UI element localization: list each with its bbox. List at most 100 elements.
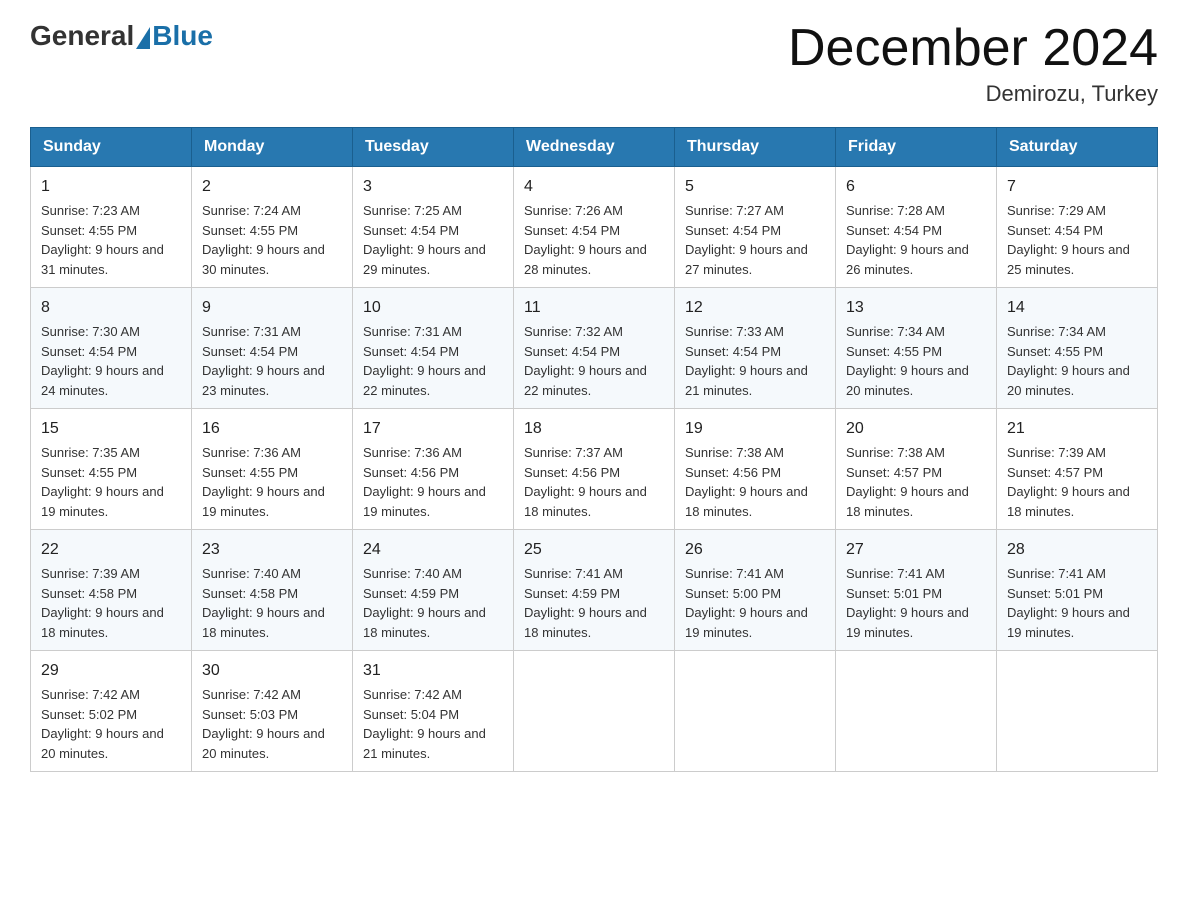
sunrise-text: Sunrise: 7:27 AM	[685, 201, 825, 221]
sunset-text: Sunset: 4:55 PM	[41, 221, 181, 241]
day-number: 28	[1007, 538, 1147, 562]
table-row: 14Sunrise: 7:34 AMSunset: 4:55 PMDayligh…	[997, 288, 1158, 409]
calendar-week-row: 8Sunrise: 7:30 AMSunset: 4:54 PMDaylight…	[31, 288, 1158, 409]
table-row: 31Sunrise: 7:42 AMSunset: 5:04 PMDayligh…	[353, 651, 514, 772]
day-number: 12	[685, 296, 825, 320]
sunset-text: Sunset: 4:54 PM	[524, 342, 664, 362]
table-row: 18Sunrise: 7:37 AMSunset: 4:56 PMDayligh…	[514, 409, 675, 530]
day-number: 19	[685, 417, 825, 441]
title-section: December 2024 Demirozu, Turkey	[788, 20, 1158, 107]
day-number: 11	[524, 296, 664, 320]
col-sunday: Sunday	[31, 128, 192, 167]
sunrise-text: Sunrise: 7:32 AM	[524, 322, 664, 342]
logo-blue-text: Blue	[152, 20, 213, 52]
sunset-text: Sunset: 4:55 PM	[1007, 342, 1147, 362]
day-number: 7	[1007, 175, 1147, 199]
table-row: 25Sunrise: 7:41 AMSunset: 4:59 PMDayligh…	[514, 530, 675, 651]
sunset-text: Sunset: 4:58 PM	[41, 584, 181, 604]
table-row: 26Sunrise: 7:41 AMSunset: 5:00 PMDayligh…	[675, 530, 836, 651]
sunrise-text: Sunrise: 7:40 AM	[202, 564, 342, 584]
day-number: 26	[685, 538, 825, 562]
day-number: 5	[685, 175, 825, 199]
sunrise-text: Sunrise: 7:23 AM	[41, 201, 181, 221]
daylight-text: Daylight: 9 hours and 21 minutes.	[363, 724, 503, 763]
day-number: 10	[363, 296, 503, 320]
sunset-text: Sunset: 4:56 PM	[685, 463, 825, 483]
sunset-text: Sunset: 4:54 PM	[363, 221, 503, 241]
sunrise-text: Sunrise: 7:35 AM	[41, 443, 181, 463]
day-number: 2	[202, 175, 342, 199]
table-row: 3Sunrise: 7:25 AMSunset: 4:54 PMDaylight…	[353, 167, 514, 288]
daylight-text: Daylight: 9 hours and 30 minutes.	[202, 240, 342, 279]
sunset-text: Sunset: 4:55 PM	[202, 463, 342, 483]
daylight-text: Daylight: 9 hours and 31 minutes.	[41, 240, 181, 279]
daylight-text: Daylight: 9 hours and 22 minutes.	[363, 361, 503, 400]
daylight-text: Daylight: 9 hours and 18 minutes.	[524, 603, 664, 642]
table-row	[675, 651, 836, 772]
daylight-text: Daylight: 9 hours and 18 minutes.	[41, 603, 181, 642]
daylight-text: Daylight: 9 hours and 28 minutes.	[524, 240, 664, 279]
sunrise-text: Sunrise: 7:41 AM	[524, 564, 664, 584]
sunrise-text: Sunrise: 7:29 AM	[1007, 201, 1147, 221]
day-number: 20	[846, 417, 986, 441]
table-row	[514, 651, 675, 772]
daylight-text: Daylight: 9 hours and 21 minutes.	[685, 361, 825, 400]
table-row: 28Sunrise: 7:41 AMSunset: 5:01 PMDayligh…	[997, 530, 1158, 651]
daylight-text: Daylight: 9 hours and 20 minutes.	[846, 361, 986, 400]
daylight-text: Daylight: 9 hours and 18 minutes.	[363, 603, 503, 642]
month-year-title: December 2024	[788, 20, 1158, 77]
sunset-text: Sunset: 4:54 PM	[202, 342, 342, 362]
calendar-week-row: 15Sunrise: 7:35 AMSunset: 4:55 PMDayligh…	[31, 409, 1158, 530]
daylight-text: Daylight: 9 hours and 18 minutes.	[685, 482, 825, 521]
day-number: 4	[524, 175, 664, 199]
daylight-text: Daylight: 9 hours and 29 minutes.	[363, 240, 503, 279]
table-row: 15Sunrise: 7:35 AMSunset: 4:55 PMDayligh…	[31, 409, 192, 530]
sunrise-text: Sunrise: 7:41 AM	[1007, 564, 1147, 584]
table-row: 10Sunrise: 7:31 AMSunset: 4:54 PMDayligh…	[353, 288, 514, 409]
day-number: 1	[41, 175, 181, 199]
daylight-text: Daylight: 9 hours and 19 minutes.	[363, 482, 503, 521]
table-row: 16Sunrise: 7:36 AMSunset: 4:55 PMDayligh…	[192, 409, 353, 530]
day-number: 23	[202, 538, 342, 562]
sunrise-text: Sunrise: 7:26 AM	[524, 201, 664, 221]
col-monday: Monday	[192, 128, 353, 167]
sunrise-text: Sunrise: 7:38 AM	[846, 443, 986, 463]
daylight-text: Daylight: 9 hours and 26 minutes.	[846, 240, 986, 279]
table-row: 12Sunrise: 7:33 AMSunset: 4:54 PMDayligh…	[675, 288, 836, 409]
sunset-text: Sunset: 5:01 PM	[846, 584, 986, 604]
daylight-text: Daylight: 9 hours and 19 minutes.	[1007, 603, 1147, 642]
day-number: 16	[202, 417, 342, 441]
calendar-week-row: 29Sunrise: 7:42 AMSunset: 5:02 PMDayligh…	[31, 651, 1158, 772]
table-row: 13Sunrise: 7:34 AMSunset: 4:55 PMDayligh…	[836, 288, 997, 409]
table-row: 8Sunrise: 7:30 AMSunset: 4:54 PMDaylight…	[31, 288, 192, 409]
sunset-text: Sunset: 4:54 PM	[41, 342, 181, 362]
day-number: 24	[363, 538, 503, 562]
sunrise-text: Sunrise: 7:28 AM	[846, 201, 986, 221]
daylight-text: Daylight: 9 hours and 19 minutes.	[846, 603, 986, 642]
daylight-text: Daylight: 9 hours and 27 minutes.	[685, 240, 825, 279]
daylight-text: Daylight: 9 hours and 22 minutes.	[524, 361, 664, 400]
calendar-table: Sunday Monday Tuesday Wednesday Thursday…	[30, 127, 1158, 772]
location-subtitle: Demirozu, Turkey	[788, 81, 1158, 107]
sunrise-text: Sunrise: 7:36 AM	[363, 443, 503, 463]
sunset-text: Sunset: 4:59 PM	[363, 584, 503, 604]
col-tuesday: Tuesday	[353, 128, 514, 167]
table-row: 29Sunrise: 7:42 AMSunset: 5:02 PMDayligh…	[31, 651, 192, 772]
sunrise-text: Sunrise: 7:34 AM	[846, 322, 986, 342]
table-row	[997, 651, 1158, 772]
sunset-text: Sunset: 5:03 PM	[202, 705, 342, 725]
day-number: 13	[846, 296, 986, 320]
table-row	[836, 651, 997, 772]
table-row: 19Sunrise: 7:38 AMSunset: 4:56 PMDayligh…	[675, 409, 836, 530]
sunrise-text: Sunrise: 7:41 AM	[846, 564, 986, 584]
sunrise-text: Sunrise: 7:25 AM	[363, 201, 503, 221]
table-row: 23Sunrise: 7:40 AMSunset: 4:58 PMDayligh…	[192, 530, 353, 651]
sunset-text: Sunset: 4:56 PM	[363, 463, 503, 483]
daylight-text: Daylight: 9 hours and 18 minutes.	[846, 482, 986, 521]
daylight-text: Daylight: 9 hours and 20 minutes.	[1007, 361, 1147, 400]
sunset-text: Sunset: 5:01 PM	[1007, 584, 1147, 604]
sunrise-text: Sunrise: 7:42 AM	[363, 685, 503, 705]
col-friday: Friday	[836, 128, 997, 167]
sunset-text: Sunset: 5:04 PM	[363, 705, 503, 725]
table-row: 6Sunrise: 7:28 AMSunset: 4:54 PMDaylight…	[836, 167, 997, 288]
